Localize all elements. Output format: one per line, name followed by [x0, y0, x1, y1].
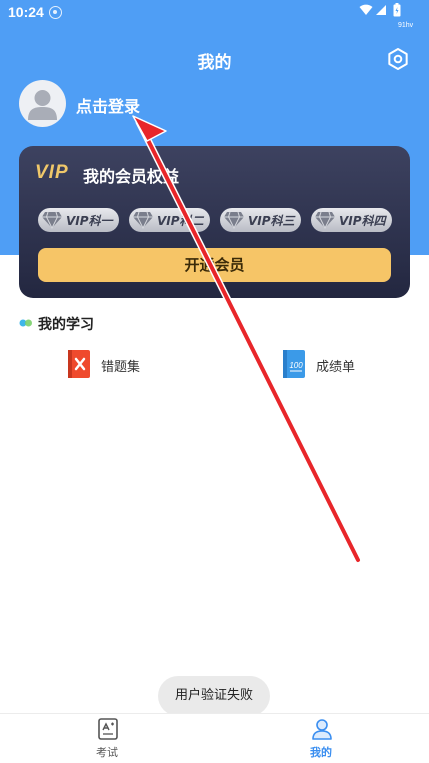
wrong-questions-icon — [68, 350, 90, 378]
tab-exam-label: 考试 — [96, 746, 118, 759]
vip-card: VIP 我的会员权益 VIP科一 VIP科二 VIP科三 VIP科四 开通会员 — [19, 146, 410, 298]
section-dots-icon — [19, 319, 32, 327]
status-badge: 91hv — [398, 22, 414, 29]
vip-tier-label: VIP科三 — [248, 214, 295, 228]
avatar[interactable] — [19, 80, 66, 127]
gear-icon[interactable] — [386, 47, 410, 71]
exam-icon — [98, 718, 118, 740]
vip-tier-label: VIP科二 — [157, 214, 204, 228]
tab-mine[interactable]: 我的 — [271, 714, 371, 763]
notification-app-icon — [49, 6, 62, 19]
my-study-title: 我的学习 — [38, 317, 94, 333]
open-membership-button[interactable]: 开通会员 — [38, 248, 391, 282]
profile-icon — [312, 719, 332, 740]
bottom-tab-bar: 考试 我的 — [0, 713, 429, 763]
battery-icon — [393, 3, 401, 17]
vip-tier-4[interactable]: VIP科四 — [311, 208, 392, 232]
cellular-signal-icon — [376, 5, 386, 15]
vip-tier-2[interactable]: VIP科二 — [129, 208, 210, 232]
report-card-label: 成绩单 — [316, 360, 356, 375]
vip-card-title: 我的会员权益 — [83, 167, 180, 186]
status-time: 10:24 — [8, 4, 44, 20]
vip-logo: VIP — [35, 162, 69, 183]
login-link[interactable]: 点击登录 — [76, 93, 140, 117]
user-avatar-icon — [28, 90, 57, 120]
wrong-questions-item[interactable]: 错题集 — [67, 350, 157, 378]
svg-text:100: 100 — [289, 361, 303, 370]
wifi-icon — [359, 4, 373, 15]
status-bar: 10:24 91hv — [0, 0, 429, 29]
vip-tier-label: VIP科四 — [339, 214, 386, 228]
toast-message: 用户验证失败 — [158, 676, 270, 716]
wrong-questions-label: 错题集 — [101, 360, 141, 375]
tab-mine-label: 我的 — [310, 746, 332, 759]
vip-tier-label: VIP科一 — [66, 214, 113, 228]
vip-tier-1[interactable]: VIP科一 — [38, 208, 119, 232]
vip-tier-3[interactable]: VIP科三 — [220, 208, 301, 232]
report-card-item[interactable]: 100 成绩单 — [282, 350, 372, 378]
diamond-icon — [315, 211, 335, 229]
tab-exam[interactable]: 考试 — [57, 714, 157, 763]
page-title: 我的 — [197, 53, 232, 73]
diamond-icon — [224, 211, 244, 229]
report-card-icon: 100 — [283, 350, 305, 378]
diamond-icon — [133, 211, 153, 229]
diamond-icon — [42, 211, 62, 229]
